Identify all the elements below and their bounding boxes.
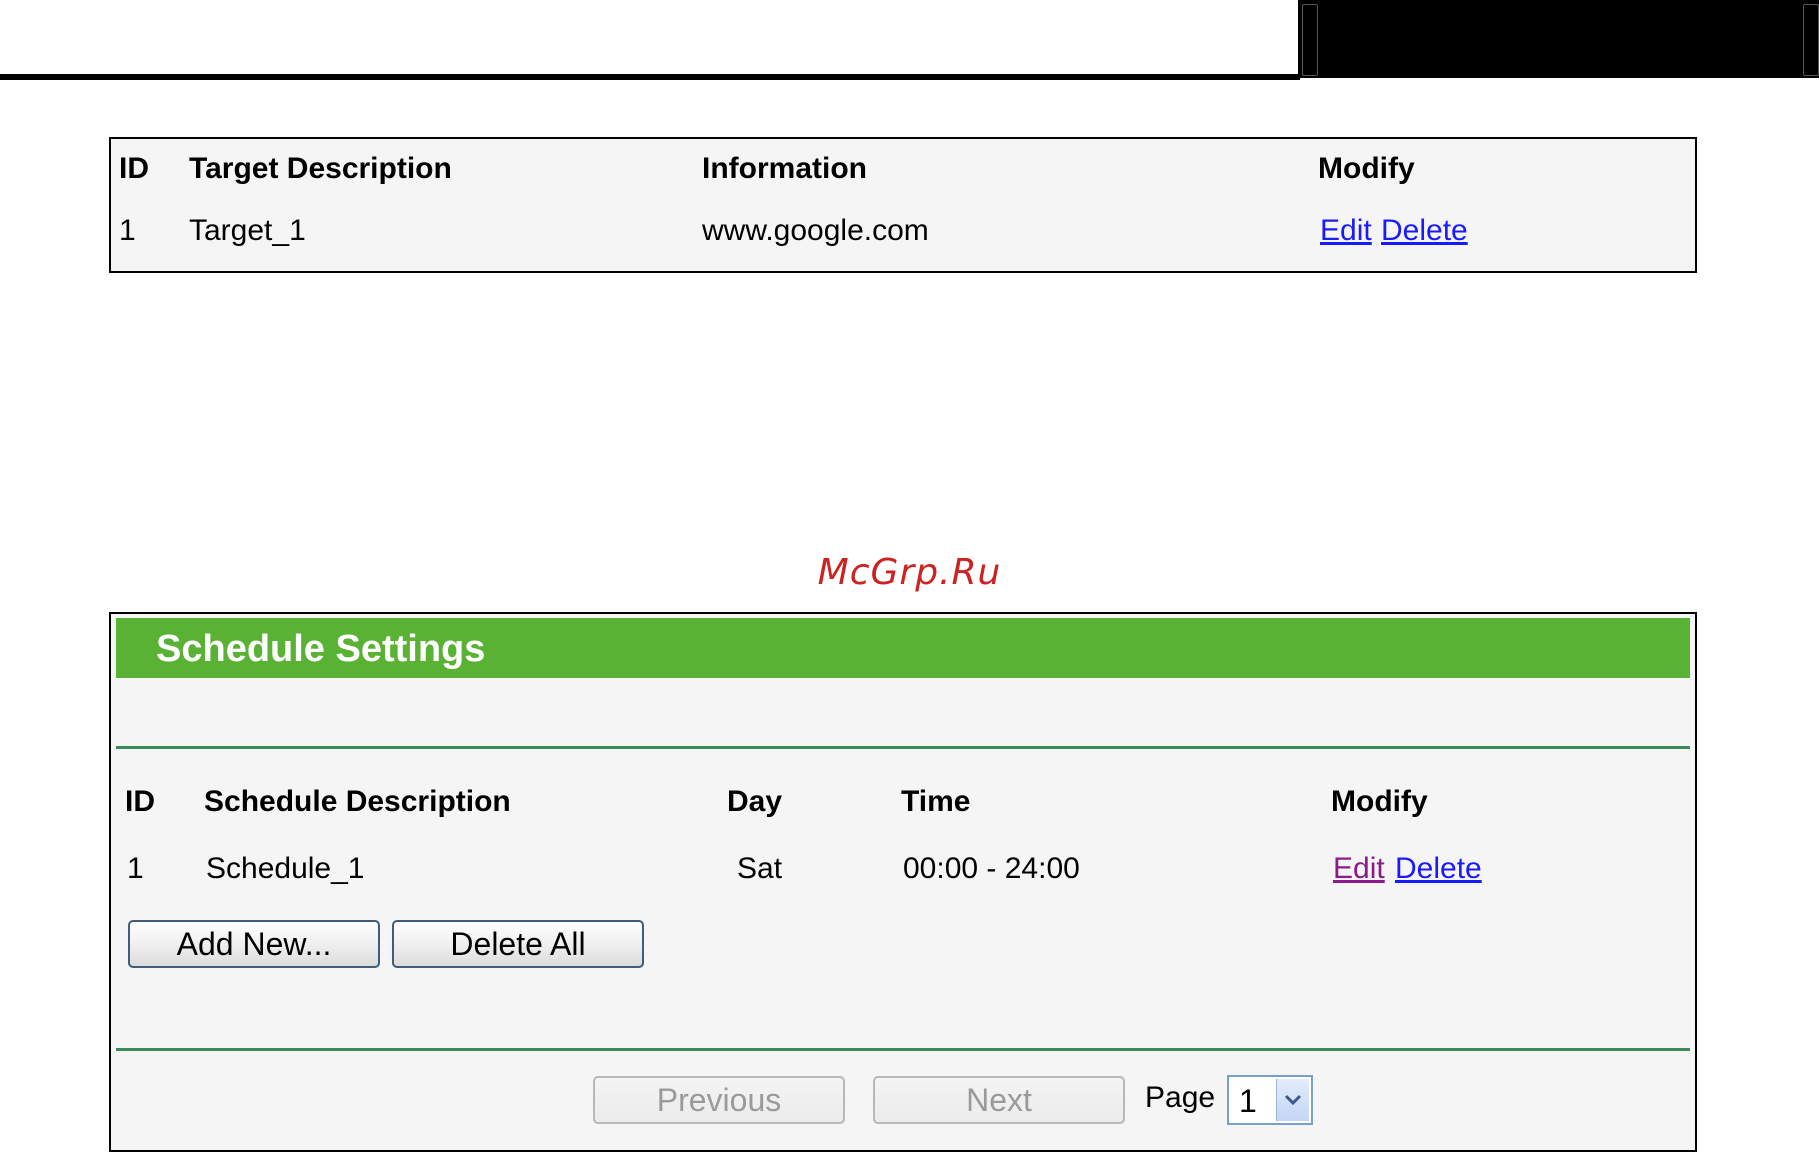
column-header-id: ID (125, 785, 155, 818)
header-rule (0, 74, 1300, 80)
column-header-target-description: Target Description (189, 152, 452, 185)
delete-schedule-link[interactable]: Delete (1395, 852, 1482, 886)
row-time: 00:00 - 24:00 (903, 852, 1080, 885)
divider-top (116, 746, 1690, 749)
column-header-modify: Modify (1318, 152, 1415, 185)
add-new-button[interactable]: Add New... (128, 920, 380, 968)
next-button[interactable]: Next (873, 1076, 1125, 1124)
column-header-information: Information (702, 152, 867, 185)
schedule-settings-panel: Schedule Settings ID Schedule Descriptio… (109, 612, 1697, 1152)
edit-target-link[interactable]: Edit (1320, 214, 1372, 248)
column-header-id: ID (119, 152, 149, 185)
divider-bottom (116, 1048, 1690, 1051)
column-header-modify: Modify (1331, 785, 1428, 818)
delete-target-link[interactable]: Delete (1381, 214, 1468, 248)
previous-button[interactable]: Previous (593, 1076, 845, 1124)
panel-title: Schedule Settings (156, 628, 486, 670)
row-information: www.google.com (702, 214, 929, 247)
row-target-description: Target_1 (189, 214, 306, 247)
column-header-time: Time (901, 785, 971, 818)
page-select[interactable]: 1 (1227, 1075, 1313, 1125)
header-black-block (1298, 0, 1819, 78)
watermark: McGrp.Ru (817, 552, 1002, 593)
panel-header: Schedule Settings (116, 618, 1690, 678)
column-header-schedule-description: Schedule Description (204, 785, 511, 818)
row-id: 1 (127, 852, 144, 885)
edit-schedule-link[interactable]: Edit (1333, 852, 1385, 886)
column-header-day: Day (727, 785, 783, 818)
chevron-down-icon[interactable] (1276, 1079, 1309, 1121)
row-day: Sat (737, 852, 783, 885)
page-label: Page (1145, 1081, 1216, 1114)
target-table: ID Target Description Information Modify… (109, 137, 1697, 273)
page-select-value: 1 (1239, 1083, 1257, 1119)
delete-all-button[interactable]: Delete All (392, 920, 644, 968)
header-notch-left (1302, 4, 1318, 76)
row-schedule-description: Schedule_1 (206, 852, 365, 885)
row-id: 1 (119, 214, 136, 247)
header-notch-right (1803, 4, 1819, 76)
